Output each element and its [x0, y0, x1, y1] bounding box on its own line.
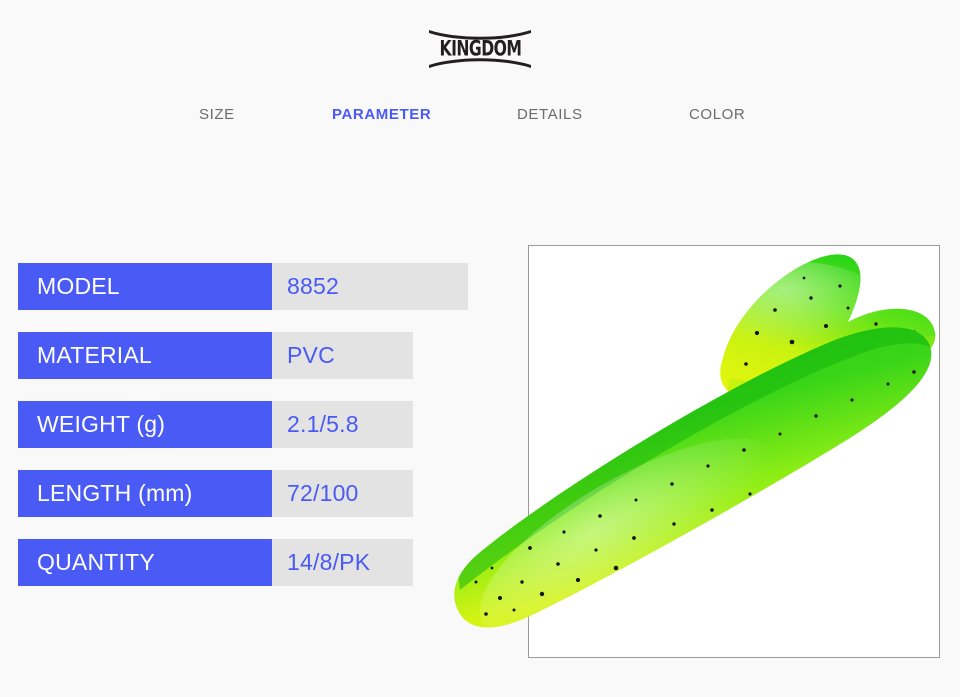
- section-tabs: SIZE PARAMETER DETAILS COLOR: [0, 106, 960, 130]
- tab-details[interactable]: DETAILS: [517, 106, 583, 123]
- table-row: WEIGHT (g) 2.1/5.8: [18, 401, 468, 448]
- spec-value-model: 8852: [272, 263, 468, 310]
- brand-header: KINGDOM: [0, 26, 960, 72]
- tab-size[interactable]: SIZE: [199, 106, 235, 123]
- specification-table: MODEL 8852 MATERIAL PVC WEIGHT (g) 2.1/5…: [18, 263, 468, 586]
- spec-label-weight: WEIGHT (g): [18, 401, 272, 448]
- kingdom-logo: KINGDOM: [427, 28, 533, 70]
- spec-label-quantity: QUANTITY: [18, 539, 272, 586]
- spec-label-material: MATERIAL: [18, 332, 272, 379]
- spec-value-quantity: 14/8/PK: [272, 539, 413, 586]
- table-row: QUANTITY 14/8/PK: [18, 539, 468, 586]
- spec-value-weight: 2.1/5.8: [272, 401, 413, 448]
- logo-wordmark: KINGDOM: [439, 35, 521, 62]
- table-row: LENGTH (mm) 72/100: [18, 470, 468, 517]
- tab-color[interactable]: COLOR: [689, 106, 745, 123]
- spec-label-model: MODEL: [18, 263, 272, 310]
- product-image-frame: [528, 245, 940, 658]
- table-row: MODEL 8852: [18, 263, 468, 310]
- spec-label-length: LENGTH (mm): [18, 470, 272, 517]
- tab-parameter[interactable]: PARAMETER: [332, 106, 431, 123]
- spec-value-length: 72/100: [272, 470, 413, 517]
- spec-value-material: PVC: [272, 332, 413, 379]
- table-row: MATERIAL PVC: [18, 332, 468, 379]
